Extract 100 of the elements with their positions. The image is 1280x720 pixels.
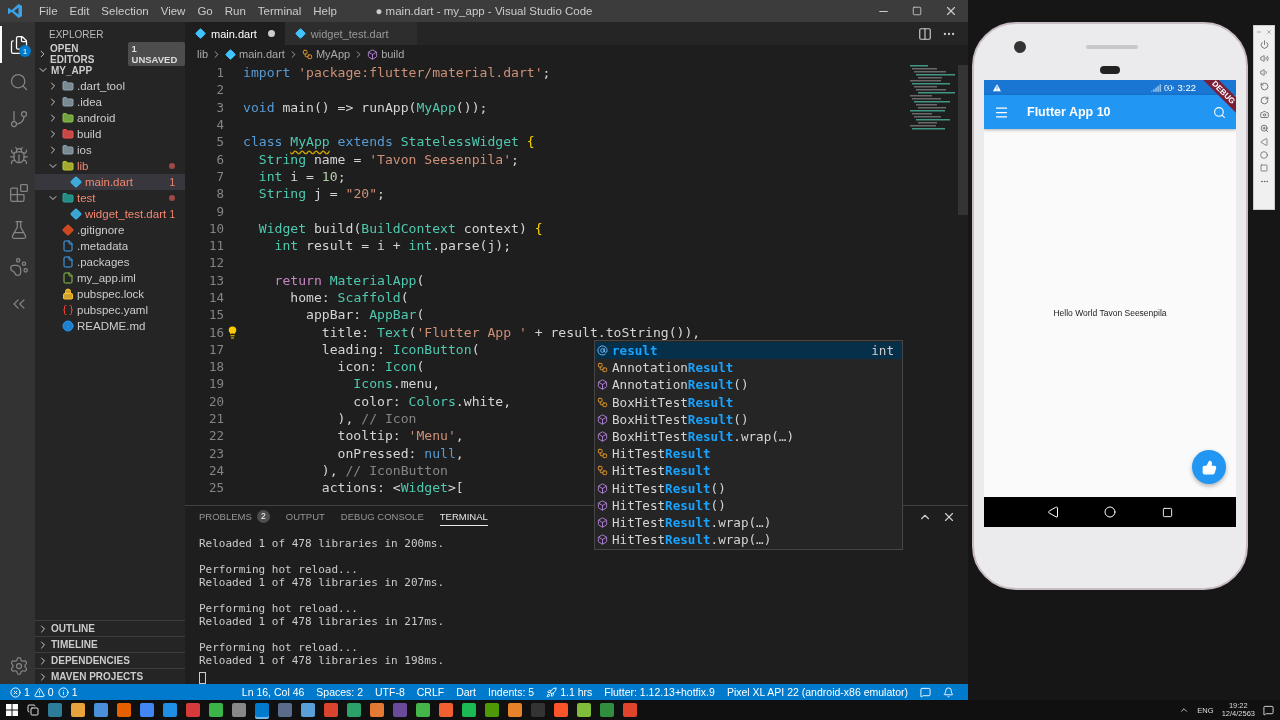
app-icon[interactable] (163, 703, 177, 717)
app-icon[interactable] (439, 703, 453, 717)
app-icon[interactable] (554, 703, 568, 717)
app-icon[interactable] (600, 703, 614, 717)
section-header[interactable]: DEPENDENCIES (35, 652, 185, 668)
app-icon[interactable] (416, 703, 430, 717)
menu-item[interactable]: Edit (63, 5, 96, 17)
app-icon[interactable] (301, 703, 315, 717)
suggestion-item[interactable]: AnnotationResult (595, 359, 902, 377)
task-view-icon[interactable] (27, 704, 39, 716)
app-icon[interactable] (94, 703, 108, 717)
zoom-icon[interactable] (1259, 124, 1269, 133)
feedback-icon[interactable] (920, 686, 931, 698)
tree-item[interactable]: android (35, 110, 185, 126)
tree-item[interactable]: ios (35, 142, 185, 158)
tree-item[interactable]: README.md (35, 318, 185, 334)
tree-item[interactable]: main.dart 1 (35, 174, 185, 190)
app-icon[interactable] (623, 703, 637, 717)
status-item[interactable]: UTF-8 (369, 686, 411, 698)
rotate-right-icon[interactable] (1259, 96, 1269, 105)
tree-item[interactable]: build (35, 126, 185, 142)
suggestion-item[interactable]: AnnotationResult() (595, 376, 902, 394)
suggestion-item[interactable]: BoxHitTestResult() (595, 410, 902, 428)
breadcrumb[interactable]: lib (197, 48, 208, 60)
camera-icon[interactable] (1259, 110, 1269, 119)
suggestion-item[interactable]: HitTestResult() (595, 479, 902, 497)
menu-item[interactable]: Run (218, 5, 252, 17)
maximize-icon[interactable] (912, 6, 922, 16)
app-icon[interactable] (508, 703, 522, 717)
tree-item[interactable]: widget_test.dart 1 (35, 206, 185, 222)
tree-item[interactable]: .metadata (35, 238, 185, 254)
menu-item[interactable]: Terminal (251, 5, 308, 17)
menu-item[interactable]: View (154, 5, 192, 17)
menu-item[interactable]: Go (191, 5, 219, 17)
suggestion-item[interactable]: HitTestResult() (595, 496, 902, 514)
editor-tab[interactable]: main.dart (185, 22, 285, 45)
panel-tab[interactable]: OUTPUT (285, 507, 325, 526)
problem-count[interactable]: 0 (31, 686, 56, 698)
tree-item[interactable]: .packages (35, 254, 185, 270)
tree-item[interactable]: test (35, 190, 185, 206)
app-icon[interactable] (485, 703, 499, 717)
bell-icon[interactable] (943, 686, 954, 698)
power-icon[interactable] (1259, 40, 1269, 49)
suggestion-item[interactable]: BoxHitTestResult.wrap(…) (595, 427, 902, 446)
app-icon[interactable] (347, 703, 361, 717)
more-icon[interactable] (1259, 177, 1269, 186)
scrollbar[interactable] (958, 65, 968, 215)
start-icon[interactable] (6, 704, 18, 716)
problem-count[interactable]: 1 (8, 686, 32, 698)
section-header[interactable]: TIMELINE (35, 636, 185, 652)
suggestion-item[interactable]: result int (595, 342, 902, 360)
app-icon[interactable] (140, 703, 154, 717)
editor-tab[interactable]: widget_test.dart (284, 22, 417, 45)
suggestion-item[interactable]: BoxHitTestResult (595, 393, 902, 411)
menu-icon[interactable] (994, 104, 1009, 120)
split-editor-icon[interactable] (918, 26, 932, 41)
app-icon[interactable] (577, 703, 591, 717)
tree-item[interactable]: .dart_tool (35, 78, 185, 94)
app-icon[interactable] (48, 703, 62, 717)
tree-item[interactable]: pubspec.yaml (35, 302, 185, 318)
menu-item[interactable]: Help (307, 5, 343, 17)
panel-tab[interactable]: DEBUG CONSOLE (340, 507, 424, 526)
tree-item[interactable]: pubspec.lock (35, 286, 185, 302)
menu-item[interactable]: File (33, 5, 64, 17)
problem-count[interactable]: 1 (55, 686, 80, 698)
tree-item[interactable]: .gitignore (35, 222, 185, 238)
tree-item[interactable]: lib (35, 158, 185, 174)
status-item[interactable]: 1.1 hrs (540, 686, 599, 698)
search-icon[interactable] (1213, 105, 1226, 119)
rotate-left-icon[interactable] (1259, 82, 1269, 91)
suggestion-item[interactable]: HitTestResult.wrap(…) (595, 531, 902, 549)
app-icon[interactable] (186, 703, 200, 717)
suggestion-item[interactable]: HitTestResult (595, 462, 902, 480)
suggestion-item[interactable]: HitTestResult.wrap(…) (595, 513, 902, 532)
app-icon[interactable] (255, 703, 269, 717)
app-icon[interactable] (324, 703, 338, 717)
close-icon[interactable] (944, 4, 958, 18)
status-item[interactable]: Indents: 5 (482, 686, 541, 698)
status-item[interactable]: Ln 16, Col 46 (235, 686, 311, 698)
chevron-up-icon[interactable] (1179, 705, 1190, 715)
section-header[interactable]: OUTLINE (35, 620, 185, 636)
breadcrumb[interactable]: main.dart (225, 48, 285, 60)
status-item[interactable]: CRLF (410, 686, 451, 698)
app-icon[interactable] (71, 703, 85, 717)
suggestion-item[interactable]: HitTestResult (595, 445, 902, 463)
tree-item[interactable]: my_app.iml (35, 270, 185, 286)
volume-down-icon[interactable] (1259, 68, 1269, 77)
status-item[interactable]: Dart (450, 686, 483, 698)
like-button[interactable] (1192, 450, 1226, 484)
volume-up-icon[interactable] (1259, 54, 1269, 63)
status-item[interactable]: Spaces: 2 (310, 686, 369, 698)
breadcrumb[interactable]: build (367, 48, 405, 60)
status-item[interactable]: Pixel XL API 22 (android-x86 emulator) (720, 686, 914, 698)
tree-item[interactable]: .idea (35, 94, 185, 110)
breadcrumb[interactable]: MyApp (301, 48, 351, 60)
notification-icon[interactable] (1263, 704, 1274, 716)
app-icon[interactable] (232, 703, 246, 717)
panel-tab[interactable]: TERMINAL (439, 507, 488, 526)
app-icon[interactable] (209, 703, 223, 717)
app-icon[interactable] (462, 703, 476, 717)
